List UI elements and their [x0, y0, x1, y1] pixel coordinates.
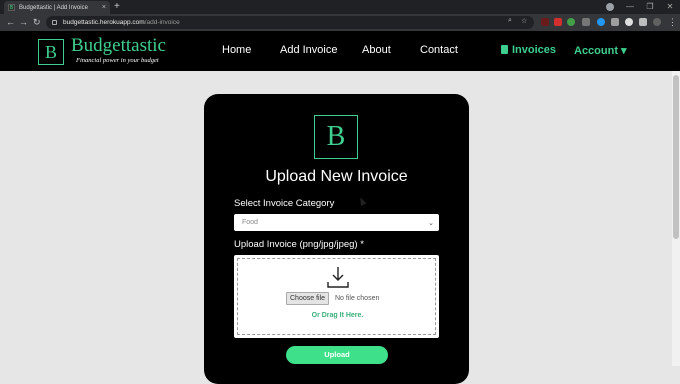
tab-close-icon[interactable]: ×: [102, 4, 106, 11]
new-tab-button[interactable]: +: [114, 1, 120, 13]
profile-icon[interactable]: [606, 3, 614, 11]
site-header: B Budgettastic Financial power in your b…: [0, 31, 680, 71]
drag-hint: Or Drag It Here.: [311, 312, 364, 319]
form-title: Upload New Invoice: [265, 168, 408, 185]
url-host: budgettastic.herokuapp.com: [63, 19, 145, 26]
url-path: /add-invoice: [144, 19, 180, 26]
extension-icon[interactable]: [554, 18, 562, 26]
category-select[interactable]: Food ⌄: [234, 214, 439, 231]
document-icon: [501, 45, 508, 54]
extension-icon[interactable]: [653, 18, 661, 26]
card-logo-icon: B: [314, 115, 358, 159]
file-label: Upload Invoice (png/jpg/jpeg) *: [234, 239, 364, 250]
close-window-button[interactable]: ✕: [660, 0, 680, 14]
back-button[interactable]: ←: [6, 16, 15, 29]
nav-contact[interactable]: Contact: [420, 44, 458, 56]
nav-invoices[interactable]: Invoices: [501, 44, 556, 56]
extension-icon[interactable]: [597, 18, 605, 26]
nav-add-invoice[interactable]: Add Invoice: [280, 44, 337, 56]
search-icon[interactable]: ⌕: [508, 17, 512, 25]
browser-menu-icon[interactable]: ⋮: [668, 16, 677, 29]
chevron-down-icon: ⌄: [428, 219, 434, 227]
extension-icon[interactable]: [567, 18, 575, 26]
brand-tagline: Financial power in your budget: [76, 57, 159, 64]
nav-account-dropdown[interactable]: Account ▾: [574, 44, 627, 57]
choose-file-button[interactable]: Choose file: [286, 292, 330, 305]
browser-tabstrip: B Budgettastic | Add Invoice × + — ❐ ✕: [0, 0, 680, 14]
extension-icon[interactable]: [541, 18, 549, 26]
address-bar[interactable]: budgettastic.herokuapp.com /add-invoice …: [46, 16, 534, 29]
minimize-button[interactable]: —: [620, 0, 640, 14]
extension-icon[interactable]: [611, 18, 619, 26]
upload-invoice-card: B Upload New Invoice Select Invoice Cate…: [204, 94, 469, 384]
upload-button[interactable]: Upload: [286, 346, 388, 364]
download-arrow-icon: [327, 267, 349, 288]
maximize-button[interactable]: ❐: [640, 0, 660, 14]
logo-icon[interactable]: B: [38, 39, 64, 65]
extension-icon[interactable]: [582, 18, 590, 26]
file-dropzone[interactable]: Choose file No file chosen Or Drag It He…: [234, 255, 439, 338]
browser-tab[interactable]: B Budgettastic | Add Invoice ×: [4, 1, 110, 14]
dropzone-border: Choose file No file chosen Or Drag It He…: [237, 258, 436, 335]
nav-about[interactable]: About: [362, 44, 391, 56]
category-selected-value: Food: [242, 219, 258, 226]
brand-name[interactable]: Budgettastic: [71, 35, 166, 57]
extension-icon[interactable]: [625, 18, 633, 26]
forward-button[interactable]: →: [19, 16, 28, 29]
lock-icon[interactable]: [52, 20, 57, 25]
nav-home[interactable]: Home: [222, 44, 251, 56]
reload-button[interactable]: ↻: [33, 16, 41, 29]
tab-title: Budgettastic | Add Invoice: [19, 4, 88, 11]
bookmark-star-icon[interactable]: ☆: [521, 17, 527, 25]
scrollbar-thumb[interactable]: [673, 75, 679, 239]
extension-icon[interactable]: [639, 18, 647, 26]
page-scrollbar[interactable]: [672, 71, 680, 366]
favicon-icon: B: [8, 4, 15, 11]
category-label: Select Invoice Category: [234, 198, 335, 209]
browser-toolbar: ← → ↻ budgettastic.herokuapp.com /add-in…: [0, 14, 680, 31]
no-file-text: No file chosen: [335, 295, 380, 302]
nav-invoices-label: Invoices: [512, 44, 557, 56]
